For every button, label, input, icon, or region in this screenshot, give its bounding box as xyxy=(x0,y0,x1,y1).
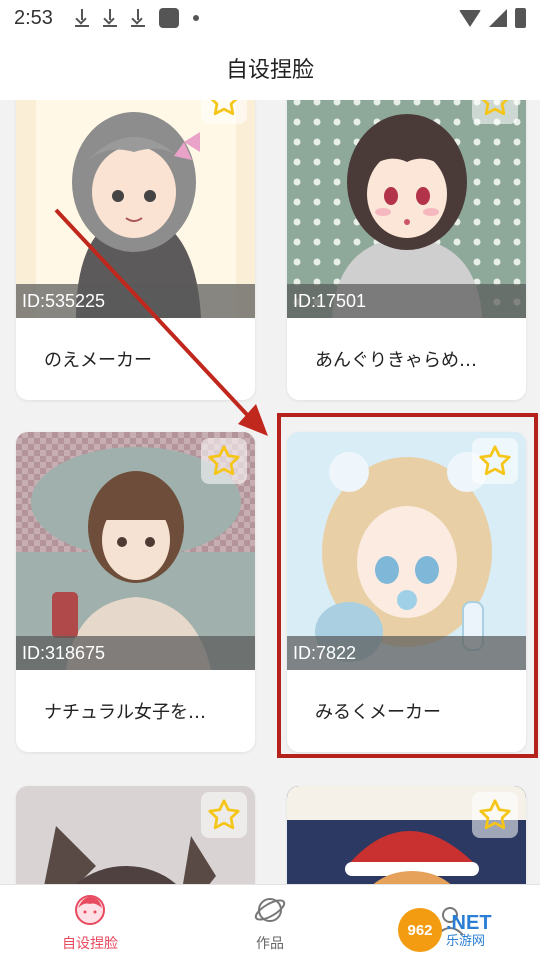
signal-icon xyxy=(489,9,507,27)
maker-grid: ID:535225 のえメーカー ID:17501 あんぐりきゃらめ… ID:3… xyxy=(0,100,540,884)
maker-id: ID:318675 xyxy=(22,642,106,663)
highlight-frame xyxy=(277,413,538,758)
favorite-button[interactable] xyxy=(472,100,518,124)
favorite-button[interactable] xyxy=(201,100,247,124)
id-strip: ID:17501 xyxy=(287,284,526,318)
nav-item-works[interactable]: 作品 xyxy=(180,885,360,960)
page-title: 自设捏脸 xyxy=(225,58,314,83)
maker-thumbnail: ID:535225 xyxy=(16,100,255,318)
nav-item-face-maker[interactable]: 自设捏脸 xyxy=(0,885,180,960)
star-icon xyxy=(210,100,238,116)
app-header: 自设捏脸 xyxy=(0,36,540,100)
id-strip: ID:535225 xyxy=(16,284,255,318)
maker-id: ID:535225 xyxy=(22,290,106,311)
star-icon xyxy=(481,100,509,116)
download-icon xyxy=(74,9,89,27)
maker-thumbnail: ID:318675 xyxy=(16,432,255,670)
download-icon xyxy=(102,9,117,27)
maker-thumbnail xyxy=(16,786,255,884)
status-bar: 2:53 xyxy=(0,0,540,36)
star-icon xyxy=(208,445,240,476)
system-icons xyxy=(459,8,526,28)
more-notifications-icon xyxy=(192,15,199,21)
notification-icons xyxy=(74,8,199,28)
favorite-button[interactable] xyxy=(472,792,518,838)
maker-card[interactable]: ID:535225 のえメーカー xyxy=(16,100,255,400)
wifi-icon xyxy=(459,9,481,27)
nav-label: 自设捏脸 xyxy=(62,935,118,952)
maker-card[interactable]: ID:318675 ナチュラル女子を… xyxy=(16,432,255,752)
maker-thumbnail xyxy=(287,786,526,884)
battery-icon xyxy=(515,8,526,28)
watermark-badge: 962 xyxy=(398,908,442,952)
maker-id: ID:17501 xyxy=(293,290,367,311)
nav-label: 作品 xyxy=(256,935,284,952)
star-icon xyxy=(208,799,240,830)
favorite-button[interactable] xyxy=(201,792,247,838)
maker-title: あんぐりきゃらめ… xyxy=(315,350,477,371)
site-watermark: 962 .NET 乐游网 xyxy=(398,906,536,954)
planet-icon xyxy=(254,897,286,922)
maker-thumbnail: ID:17501 xyxy=(287,100,526,318)
maker-card[interactable] xyxy=(287,786,526,884)
watermark-net: .NET xyxy=(446,911,492,934)
app-notification-icon xyxy=(158,8,179,28)
maker-card[interactable] xyxy=(16,786,255,884)
id-strip: ID:318675 xyxy=(16,636,255,670)
maker-card[interactable]: ID:17501 あんぐりきゃらめ… xyxy=(287,100,526,400)
watermark-sub: 乐游网 xyxy=(446,933,486,949)
maker-title: ナチュラル女子を… xyxy=(44,702,206,723)
download-icon xyxy=(130,9,145,27)
favorite-button[interactable] xyxy=(201,438,247,484)
star-icon xyxy=(479,799,511,830)
maker-title: のえメーカー xyxy=(44,350,152,371)
status-time: 2:53 xyxy=(14,6,53,29)
face-icon xyxy=(75,894,105,925)
